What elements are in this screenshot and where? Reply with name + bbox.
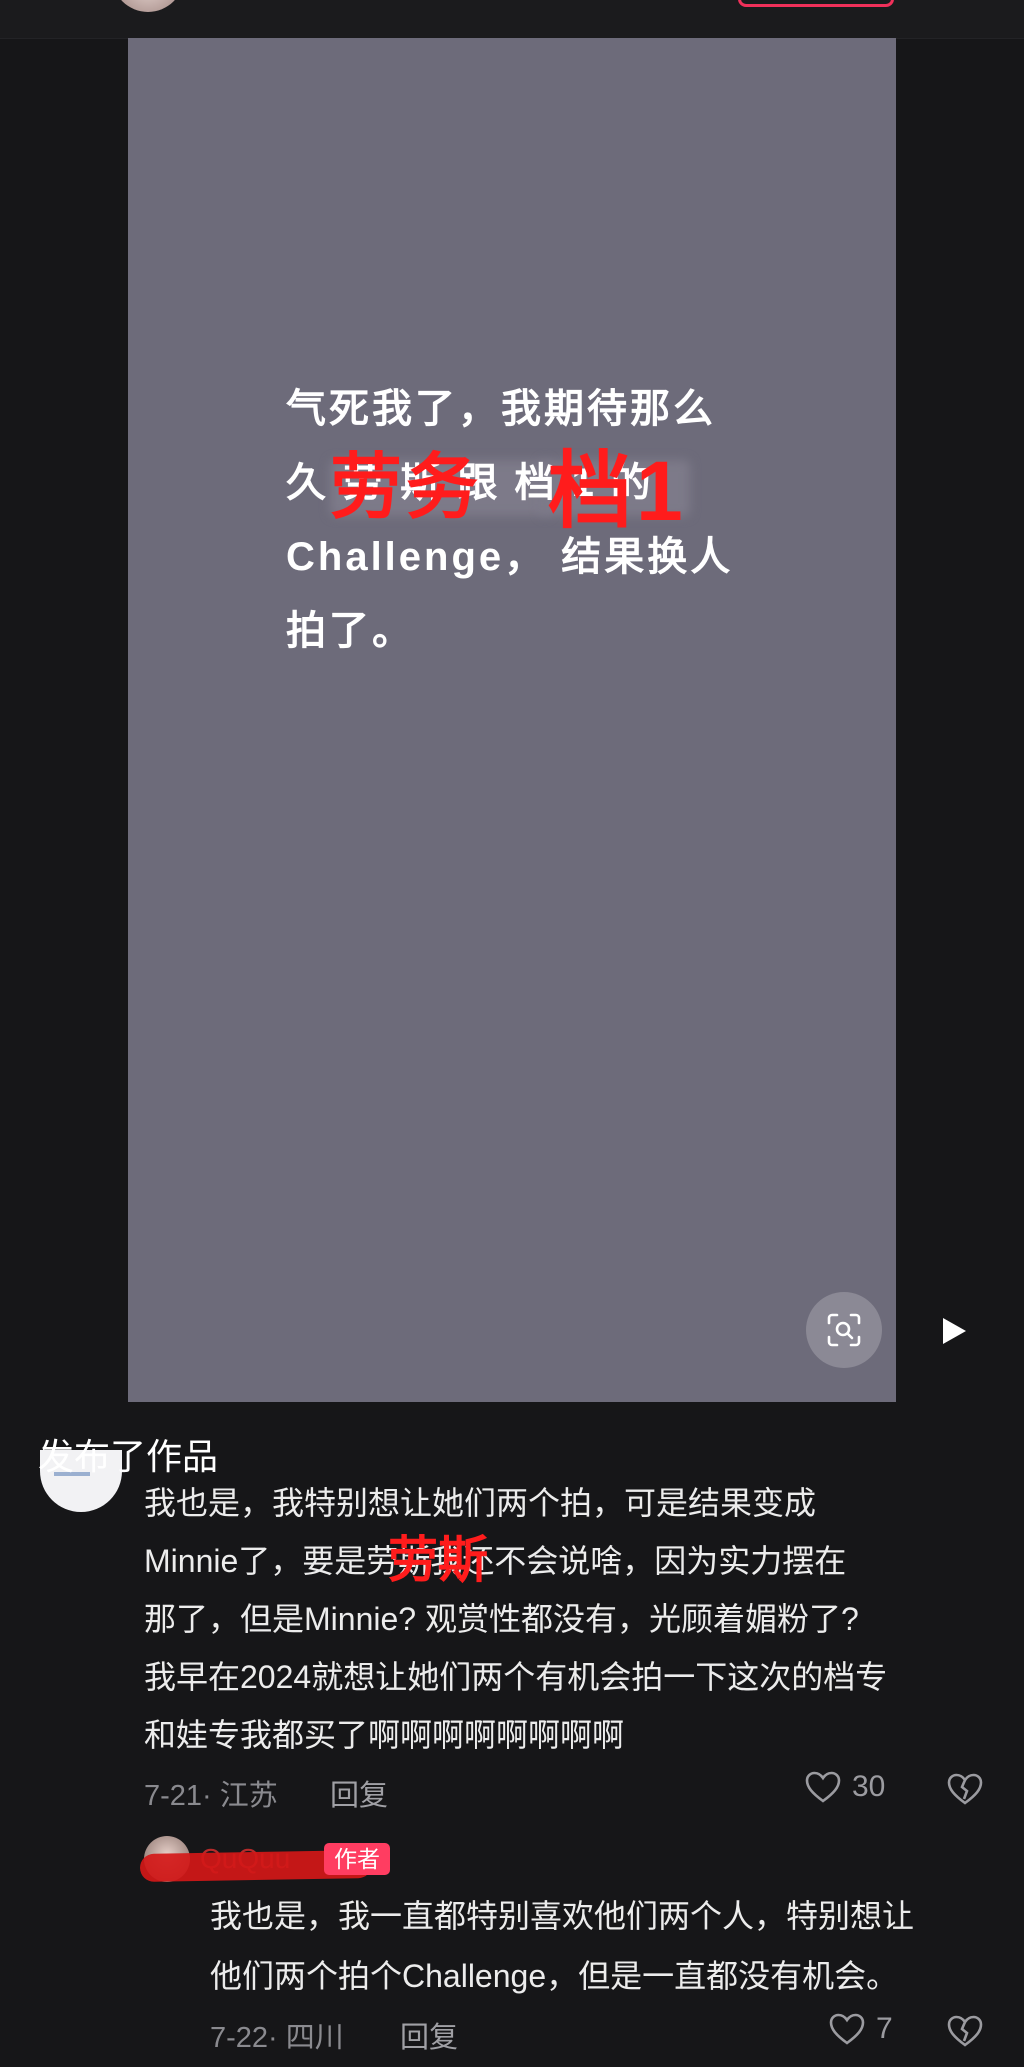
- red-watermark: 档1: [548, 444, 687, 538]
- author-avatar[interactable]: [112, 0, 184, 12]
- comment-text: 我也是，我特别想让她们两个拍，可是结果变成 Minnie了，要是劳斯我还不会说啥…: [144, 1474, 994, 1764]
- comment-line: 和娃专我都买了啊啊啊啊啊啊啊啊: [144, 1717, 625, 1753]
- author-badge: 作者: [324, 1843, 390, 1875]
- reply-text: 我也是，我一直都特别喜欢他们两个人，特别想让 他们两个拍个Challenge，但…: [210, 1886, 1010, 2006]
- caption-line: 拍了。: [286, 609, 415, 653]
- broken-heart-icon[interactable]: [946, 2014, 984, 2048]
- comment-line: 我也是，我特别想让她们两个拍，可是结果变成: [144, 1485, 817, 1521]
- reply-like-button[interactable]: 7: [828, 2012, 893, 2046]
- video-player[interactable]: [128, 38, 896, 1402]
- comment-line: Minnie了，要是劳斯我还不会说啥，因为实力摆在: [144, 1543, 847, 1579]
- comment-date-location: 7-21· 江苏: [144, 1780, 278, 1812]
- follow-button[interactable]: [738, 0, 894, 7]
- reply-reply-button[interactable]: 回复: [400, 2014, 458, 2056]
- red-watermark: 劳斯: [388, 1532, 488, 1588]
- reply-line: 我也是，我一直都特别喜欢他们两个人，特别想让: [210, 1898, 915, 1934]
- comment-like-button[interactable]: 30: [804, 1770, 885, 1804]
- red-watermark: 劳务: [330, 448, 483, 528]
- heart-icon: [805, 1771, 841, 1803]
- like-count: 7: [876, 2012, 893, 2045]
- broken-heart-icon[interactable]: [946, 1772, 984, 1806]
- comment-line: 那了，但是Minnie? 观赏性都没有，光顾着媚粉了?: [144, 1601, 859, 1637]
- reply-date-location: 7-22· 四川: [210, 2022, 344, 2054]
- heart-icon: [829, 2013, 865, 2045]
- top-bar: [0, 0, 1024, 39]
- like-count: 30: [852, 1770, 886, 1803]
- comment-reply-button[interactable]: 回复: [330, 1772, 388, 1814]
- reply-line: 他们两个拍个Challenge，但是一直都没有机会。: [210, 1958, 899, 1994]
- image-search-button[interactable]: [806, 1292, 882, 1368]
- play-icon[interactable]: [940, 1316, 968, 1346]
- scan-search-icon: [827, 1313, 861, 1347]
- comment-line: 我早在2024就想让她们两个有机会拍一下这次的档专: [144, 1659, 888, 1695]
- published-label: 发布了作品: [38, 1436, 219, 1477]
